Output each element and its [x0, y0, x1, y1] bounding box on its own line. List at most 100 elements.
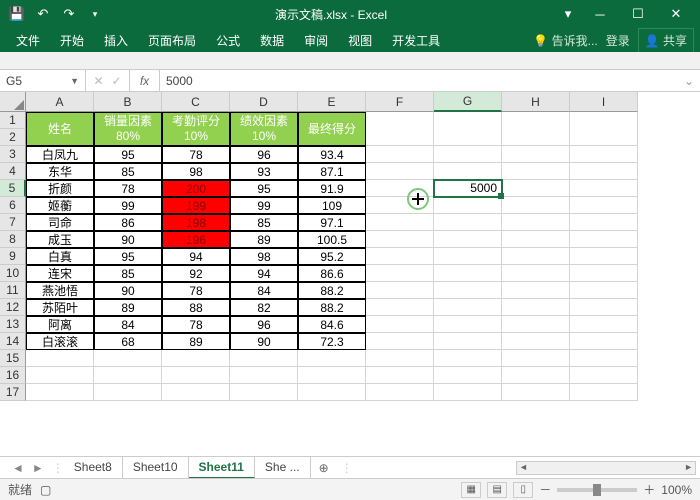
cell[interactable]: 95	[230, 180, 298, 197]
cell[interactable]	[502, 146, 570, 163]
cell[interactable]: 85	[94, 265, 162, 282]
cell[interactable]: 折颜	[26, 180, 94, 197]
cell[interactable]	[570, 282, 638, 299]
column-header[interactable]: F	[366, 92, 434, 112]
row-header[interactable]: 13	[0, 316, 26, 333]
ribbon-tab[interactable]: 数据	[250, 28, 294, 53]
cell[interactable]	[434, 231, 502, 248]
cell[interactable]: 85	[94, 163, 162, 180]
cell[interactable]: 连宋	[26, 265, 94, 282]
table-header[interactable]: 考勤评分10%	[162, 112, 230, 146]
cell[interactable]	[570, 112, 638, 146]
cell[interactable]: 5000	[434, 180, 502, 197]
cell[interactable]	[434, 146, 502, 163]
cell[interactable]	[434, 163, 502, 180]
cell[interactable]	[298, 384, 366, 401]
cell[interactable]: 88.2	[298, 282, 366, 299]
cell[interactable]: 99	[230, 197, 298, 214]
column-header[interactable]: C	[162, 92, 230, 112]
column-header[interactable]: H	[502, 92, 570, 112]
cell[interactable]: 95	[94, 146, 162, 163]
cell[interactable]: 88.2	[298, 299, 366, 316]
cell[interactable]	[434, 333, 502, 350]
cell[interactable]	[502, 265, 570, 282]
column-header[interactable]: G	[434, 92, 502, 112]
macro-record-icon[interactable]: ▢	[40, 483, 51, 497]
cell[interactable]	[26, 367, 94, 384]
signin-link[interactable]: 登录	[606, 32, 630, 49]
share-button[interactable]: 👤 共享	[638, 28, 694, 53]
cell[interactable]	[298, 367, 366, 384]
cell[interactable]	[94, 367, 162, 384]
cell[interactable]	[434, 112, 502, 146]
cell[interactable]	[570, 333, 638, 350]
cell[interactable]	[502, 350, 570, 367]
cell[interactable]	[570, 384, 638, 401]
cell[interactable]	[94, 384, 162, 401]
row-header[interactable]: 10	[0, 265, 26, 282]
cell[interactable]: 98	[230, 248, 298, 265]
cell[interactable]: 89	[94, 299, 162, 316]
cell[interactable]	[434, 282, 502, 299]
cell[interactable]	[434, 316, 502, 333]
cell[interactable]	[366, 299, 434, 316]
cell[interactable]	[366, 367, 434, 384]
normal-view-icon[interactable]: ▦	[461, 482, 481, 498]
row-header[interactable]: 1	[0, 112, 26, 129]
cell[interactable]	[26, 350, 94, 367]
horizontal-scrollbar[interactable]	[516, 461, 696, 475]
cell[interactable]: 苏陌叶	[26, 299, 94, 316]
row-header[interactable]: 6	[0, 197, 26, 214]
ribbon-tab[interactable]: 开始	[50, 28, 94, 53]
cell[interactable]	[366, 231, 434, 248]
minimize-icon[interactable]: ─	[582, 0, 618, 28]
name-box[interactable]: G5▼	[0, 70, 86, 91]
cell[interactable]: 99	[94, 197, 162, 214]
cell[interactable]: 72.3	[298, 333, 366, 350]
cell[interactable]: 91.9	[298, 180, 366, 197]
cell[interactable]: 姬蘅	[26, 197, 94, 214]
cell[interactable]	[366, 112, 434, 146]
cell[interactable]: 86	[94, 214, 162, 231]
cell[interactable]	[570, 231, 638, 248]
cell[interactable]	[502, 214, 570, 231]
sheet-tab[interactable]: Sheet11	[189, 457, 255, 479]
zoom-slider[interactable]	[557, 488, 637, 492]
cell[interactable]	[366, 180, 434, 197]
row-header[interactable]: 16	[0, 367, 26, 384]
cell[interactable]: 95.2	[298, 248, 366, 265]
cell[interactable]: 109	[298, 197, 366, 214]
table-header[interactable]: 绩效因素10%	[230, 112, 298, 146]
cell[interactable]	[162, 350, 230, 367]
cell[interactable]	[162, 384, 230, 401]
cell[interactable]	[502, 384, 570, 401]
cell[interactable]	[502, 367, 570, 384]
cell[interactable]	[434, 384, 502, 401]
undo-icon[interactable]: ↶	[32, 3, 54, 25]
sheet-tab[interactable]: Sheet10	[123, 457, 189, 479]
formula-input[interactable]: 5000	[160, 74, 678, 88]
row-header[interactable]: 11	[0, 282, 26, 299]
row-header[interactable]: 7	[0, 214, 26, 231]
cell[interactable]	[162, 367, 230, 384]
cell[interactable]: 89	[230, 231, 298, 248]
cell[interactable]	[570, 180, 638, 197]
cell[interactable]: 199	[162, 197, 230, 214]
row-header[interactable]: 9	[0, 248, 26, 265]
cell[interactable]	[366, 333, 434, 350]
row-header[interactable]: 12	[0, 299, 26, 316]
cell[interactable]: 93.4	[298, 146, 366, 163]
cell[interactable]: 93	[230, 163, 298, 180]
cell[interactable]	[434, 367, 502, 384]
column-header[interactable]: I	[570, 92, 638, 112]
redo-icon[interactable]: ↷	[58, 3, 80, 25]
cell[interactable]	[570, 265, 638, 282]
add-sheet-button[interactable]: ⊕	[311, 461, 337, 475]
row-header[interactable]: 15	[0, 350, 26, 367]
row-header[interactable]: 14	[0, 333, 26, 350]
cell[interactable]: 78	[162, 316, 230, 333]
cell[interactable]	[366, 248, 434, 265]
cell[interactable]: 90	[94, 231, 162, 248]
cell[interactable]: 96	[230, 146, 298, 163]
cell[interactable]	[434, 299, 502, 316]
